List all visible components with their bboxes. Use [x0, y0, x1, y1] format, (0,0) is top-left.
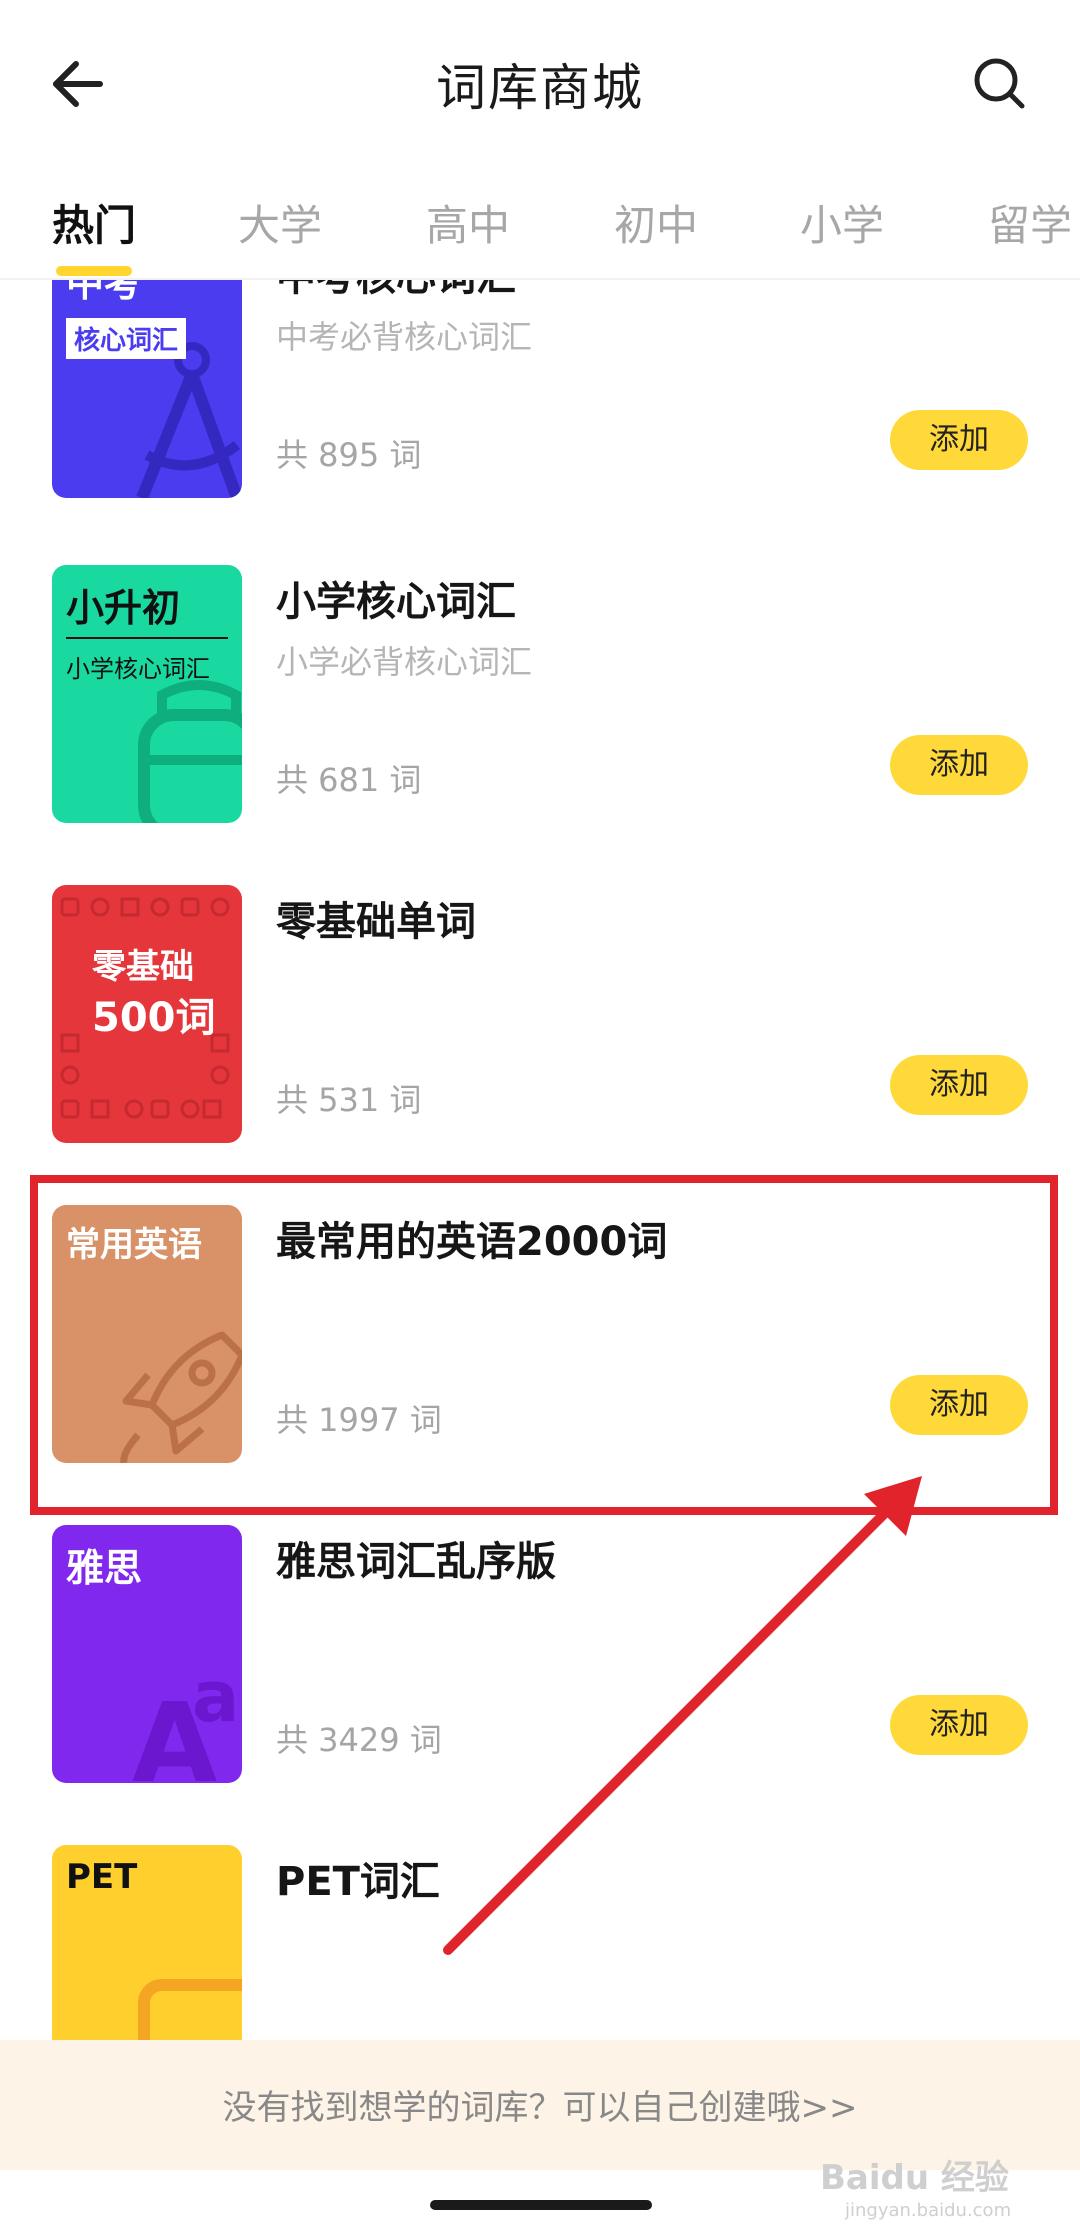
- home-indicator[interactable]: [430, 2200, 652, 2210]
- watermark-url: jingyan.baidu.com: [845, 2200, 1012, 2221]
- annotation-arrow-icon: [443, 1476, 922, 1955]
- watermark-logo: Baidu 经验: [820, 2158, 1009, 2198]
- create-wordbook-link[interactable]: 没有找到想学的词库？可以自己创建哦>>: [0, 2080, 1080, 2129]
